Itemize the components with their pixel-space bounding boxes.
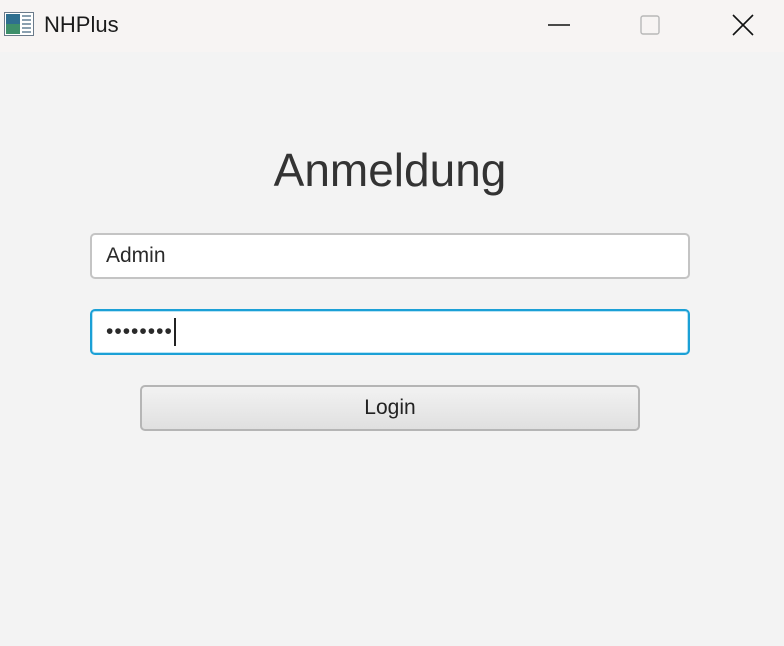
minimize-icon [548, 24, 570, 26]
password-value: •••••••• [106, 320, 173, 343]
username-value: Admin [106, 244, 166, 267]
page-title: Anmeldung [273, 144, 507, 196]
maximize-button[interactable] [627, 0, 673, 50]
title-bar[interactable]: NHPlus [0, 0, 784, 52]
window-title: NHPlus [44, 12, 119, 37]
maximize-icon [640, 15, 660, 35]
close-icon [732, 14, 754, 36]
username-field[interactable]: Admin [90, 233, 690, 279]
text-caret [173, 318, 176, 346]
minimize-button[interactable] [536, 0, 582, 50]
app-window: NHPlus Anmeldung Admin •••••••• Login [0, 0, 784, 646]
password-field[interactable]: •••••••• [90, 309, 690, 355]
login-button-label: Login [364, 396, 416, 419]
login-panel: Anmeldung Admin •••••••• Login [0, 52, 784, 646]
login-button[interactable]: Login [140, 385, 640, 431]
close-button[interactable] [720, 0, 766, 50]
app-icon [4, 12, 34, 36]
